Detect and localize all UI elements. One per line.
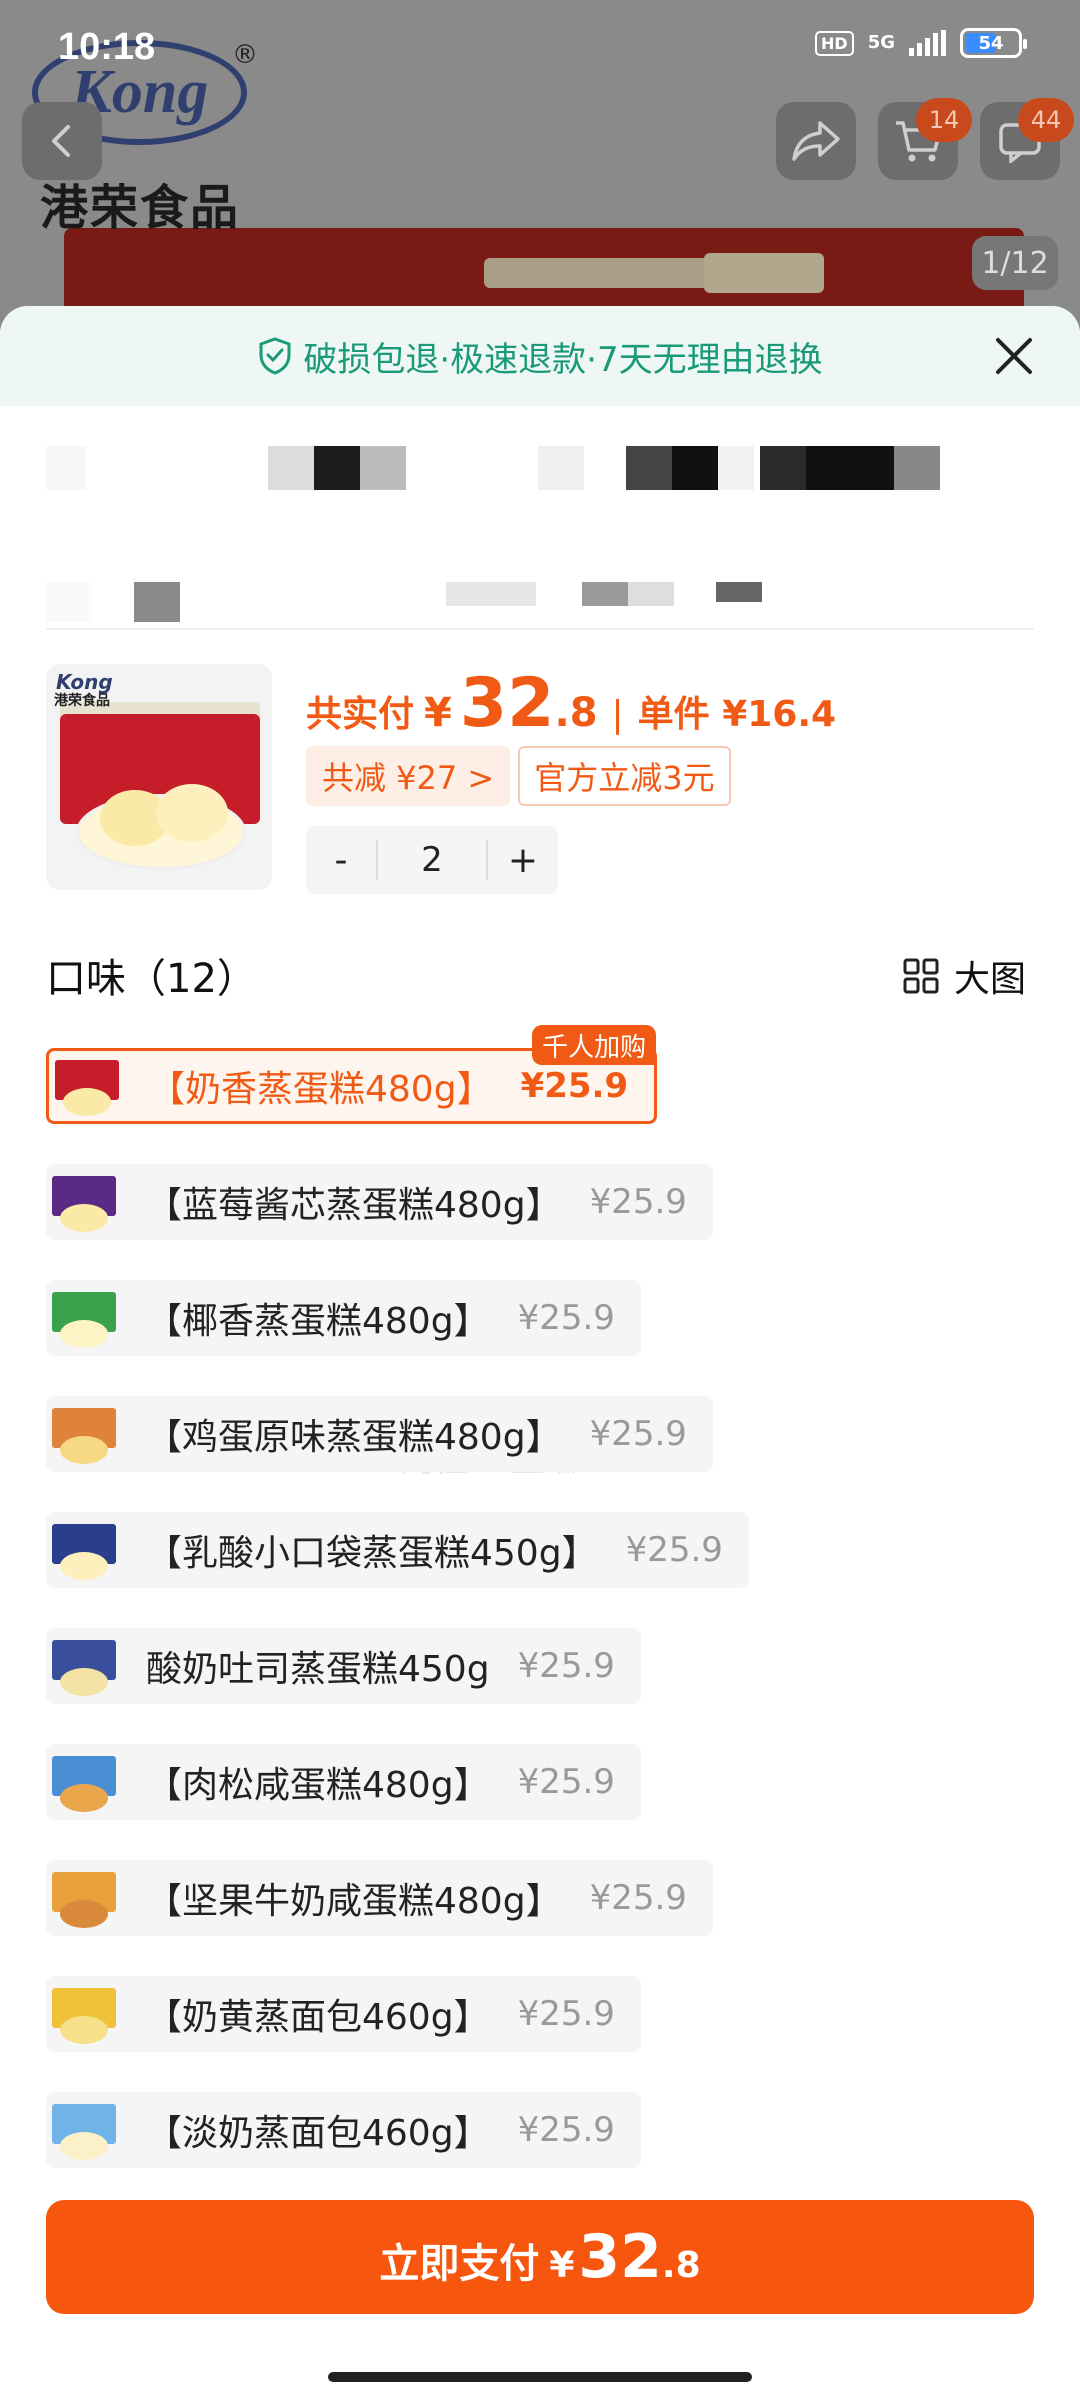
chevron-left-icon: [52, 125, 70, 157]
shield-check-icon: [259, 337, 291, 375]
pay-now-button[interactable]: 立即支付 ¥ 32 .8: [46, 2200, 1034, 2314]
share-button[interactable]: [776, 102, 856, 180]
total-price-decimal: .8: [554, 690, 598, 736]
flavor-option[interactable]: 【肉松咸蛋糕480g】 ¥25.9: [46, 1744, 641, 1820]
guarantee-text: 破损包退·极速退款·7天无理由退换: [303, 339, 823, 380]
status-bar: 10:18 HD 5G 54: [0, 0, 1080, 90]
total-price-label: 共实付: [306, 694, 415, 735]
back-button[interactable]: [22, 102, 102, 180]
hot-badge: 千人加购: [532, 1025, 657, 1065]
flavor-price: ¥25.9: [589, 1182, 687, 1222]
battery-icon: 54: [960, 28, 1027, 58]
total-price-integer: 32: [459, 664, 555, 743]
sku-selector-sheet: 破损包退·极速退款·7天无理由退换 Kong 港荣食品 共实付 ¥ 32 .8 …: [0, 306, 1080, 2400]
image-counter: 1/12: [972, 236, 1058, 290]
message-badge: 44: [1018, 98, 1074, 142]
flavor-price: ¥25.9: [517, 1994, 615, 2034]
flavor-option[interactable]: 【坚果牛奶咸蛋糕480g】 ¥25.9: [46, 1860, 713, 1936]
flavor-option[interactable]: 【椰香蒸蛋糕480g】 ¥25.9: [46, 1280, 641, 1356]
address-detail-obscured: [46, 582, 846, 622]
flavor-option[interactable]: 【淡奶蒸面包460g】 ¥25.9: [46, 2092, 641, 2168]
pay-amount-integer: 32: [578, 2222, 662, 2292]
flavor-thumbnail: [46, 1396, 122, 1472]
flavor-option[interactable]: 酸奶吐司蒸蛋糕450g ¥25.9: [46, 1628, 641, 1704]
product-thumbnail[interactable]: Kong 港荣食品: [46, 664, 272, 890]
share-icon: [792, 121, 840, 161]
quantity-minus-button[interactable]: -: [306, 826, 376, 894]
flavor-thumbnail: [46, 1860, 122, 1936]
cart-button[interactable]: 14: [878, 98, 972, 180]
flavor-price: ¥25.9: [517, 2110, 615, 2150]
flavor-price: ¥25.9: [625, 1530, 723, 1570]
flavor-name: 【淡奶蒸面包460g】: [146, 2113, 490, 2154]
flavor-name: 【奶香蒸蛋糕480g】: [149, 1069, 493, 1110]
divider: [46, 628, 1034, 630]
flavor-price: ¥25.9: [589, 1878, 687, 1918]
flavor-option[interactable]: 【奶香蒸蛋糕480g】 ¥25.9 千人加购: [46, 1025, 658, 1124]
official-discount-tag: 官方立减3元: [518, 746, 731, 806]
address-obscured[interactable]: [46, 446, 946, 490]
flavor-name: 【乳酸小口袋蒸蛋糕450g】: [146, 1533, 598, 1574]
quantity-value[interactable]: 2: [376, 840, 488, 880]
network-type: 5G: [867, 32, 895, 53]
flavor-option[interactable]: 【鸡蛋原味蒸蛋糕480g】 ¥25.9: [46, 1396, 713, 1472]
flavor-thumbnail: [46, 2092, 122, 2168]
flavor-name: 【坚果牛奶咸蛋糕480g】: [146, 1881, 562, 1922]
flavor-option[interactable]: 【奶黄蒸面包460g】 ¥25.9: [46, 1976, 641, 2052]
flavor-name: 酸奶吐司蒸蛋糕450g: [146, 1649, 490, 1690]
flavor-section-title: 口味（12）: [46, 956, 257, 1002]
product-summary: Kong 港荣食品 共实付 ¥ 32 .8 | 单件 ¥16.4 共减 ¥27 …: [46, 664, 1046, 894]
guarantee-banner: 破损包退·极速退款·7天无理由退换: [0, 306, 1080, 406]
flavor-name: 【蓝莓酱芯蒸蛋糕480g】: [146, 1185, 562, 1226]
flavor-price: ¥25.9: [517, 1762, 615, 1802]
flavor-thumbnail: [46, 1512, 122, 1588]
signal-icon: [909, 30, 946, 56]
flavor-thumbnail: [46, 1976, 122, 2052]
grid-icon: [903, 958, 939, 994]
quantity-stepper: - 2 +: [306, 826, 558, 894]
hd-icon: HD: [815, 30, 854, 56]
discount-detail-tag[interactable]: 共减 ¥27 >: [306, 746, 511, 806]
flavor-thumbnail: [46, 1744, 122, 1820]
pay-label: 立即支付: [379, 2241, 540, 2287]
big-image-toggle[interactable]: 大图: [902, 950, 1026, 1002]
flavor-price: ¥25.9: [517, 1298, 615, 1338]
flavor-thumbnail: [49, 1048, 125, 1124]
cart-badge: 14: [916, 98, 972, 142]
flavor-name: 【奶黄蒸面包460g】: [146, 1997, 490, 2038]
quantity-plus-button[interactable]: +: [488, 826, 558, 894]
home-indicator[interactable]: [328, 2372, 752, 2382]
flavor-option[interactable]: 【蓝莓酱芯蒸蛋糕480g】 ¥25.9: [46, 1164, 713, 1240]
flavor-thumbnail: [46, 1280, 122, 1356]
flavor-name: 【肉松咸蛋糕480g】: [146, 1765, 490, 1806]
status-time: 10:18: [58, 26, 156, 68]
flavor-name: 【椰香蒸蛋糕480g】: [146, 1301, 490, 1342]
pay-amount-decimal: .8: [661, 2245, 701, 2286]
flavor-price: ¥25.9: [520, 1066, 629, 1106]
flavor-price: ¥25.9: [589, 1414, 687, 1454]
flavor-name: 【鸡蛋原味蒸蛋糕480g】: [146, 1417, 562, 1458]
close-icon[interactable]: [988, 330, 1040, 382]
big-image-label: 大图: [953, 959, 1026, 1000]
flavor-thumbnail: [46, 1164, 122, 1240]
flavor-thumbnail: [46, 1628, 122, 1704]
message-button[interactable]: 44: [980, 98, 1074, 180]
total-price: 共实付 ¥ 32 .8 | 单件 ¥16.4: [306, 664, 837, 743]
flavor-option[interactable]: 【乳酸小口袋蒸蛋糕450g】 ¥25.9: [46, 1512, 749, 1588]
unit-price: 单件 ¥16.4: [637, 694, 837, 735]
flavor-price: ¥25.9: [517, 1646, 615, 1686]
